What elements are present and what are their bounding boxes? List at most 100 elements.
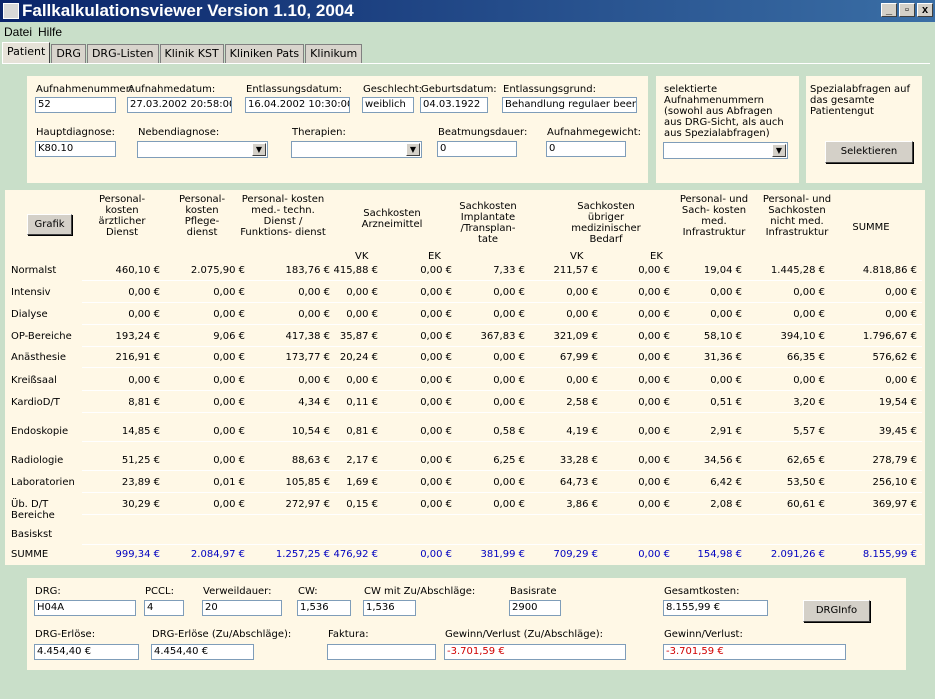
cost-cell: 66,35 € <box>786 352 825 363</box>
cost-cell: 0,00 € <box>420 265 452 276</box>
row-divider <box>82 544 922 545</box>
selection-panel: selektierte Aufnahmenummern (sowohl aus … <box>656 76 799 183</box>
special-query-description: Spezialabfragen auf das gesamte Patiente… <box>810 84 911 117</box>
row-label: Anästhesie <box>11 352 67 363</box>
chevron-down-icon[interactable]: ▼ <box>406 143 420 156</box>
entlassungsdatum-label: Entlassungsdatum: <box>246 84 342 95</box>
sub-header-ek: EK <box>428 251 441 262</box>
cost-cell: 2,08 € <box>710 499 742 510</box>
selektieren-button[interactable]: Selektieren <box>825 141 913 163</box>
cost-cell: 0,00 € <box>213 287 245 298</box>
cost-cell: 0,00 € <box>420 477 452 488</box>
aufnahmedatum-field[interactable]: 27.03.2002 20:58:00 <box>127 97 232 113</box>
cost-cell: 0,00 € <box>638 455 670 466</box>
cost-cell: 0,00 € <box>420 397 452 408</box>
cost-cell: 0,00 € <box>213 397 245 408</box>
therapien-select[interactable]: ▼ <box>291 141 422 158</box>
cost-cell: 394,10 € <box>780 331 825 342</box>
title-bar: Fallkalkulationsviewer Version 1.10, 200… <box>0 0 935 22</box>
menu-datei[interactable]: Datei <box>4 25 32 39</box>
cost-cell: 476,92 € <box>333 549 378 560</box>
tab-klinikum[interactable]: Klinikum <box>305 44 363 63</box>
cost-cell: 0,00 € <box>346 287 378 298</box>
cost-cell: 9,06 € <box>213 331 245 342</box>
cost-cell: 7,33 € <box>493 265 525 276</box>
selection-select[interactable]: ▼ <box>663 142 788 159</box>
cost-cell: 256,10 € <box>872 477 917 488</box>
faktura-field[interactable] <box>327 644 436 660</box>
pccl-label: PCCL: <box>145 586 174 597</box>
row-divider <box>82 441 922 442</box>
sub-header-vk: VK <box>570 251 584 262</box>
cost-cell: 0,00 € <box>793 287 825 298</box>
cost-cell: 19,04 € <box>703 265 742 276</box>
hauptdiagnose-field[interactable]: K80.10 <box>35 141 116 157</box>
verweildauer-label: Verweildauer: <box>203 586 272 597</box>
geburtsdatum-label: Geburtsdatum: <box>421 84 497 95</box>
cost-cell: 6,25 € <box>493 455 525 466</box>
close-button[interactable]: x <box>917 3 933 17</box>
menu-hilfe[interactable]: Hilfe <box>38 25 62 39</box>
row-label: OP-Bereiche <box>11 331 72 342</box>
cost-cell: 4.818,86 € <box>862 265 917 276</box>
header-sachkosten-arzneimittel: Sachkosten Arzneimittel <box>361 208 423 230</box>
cost-cell: 0,00 € <box>793 375 825 386</box>
gewinn-verlust-field[interactable]: -3.701,59 € <box>663 644 846 660</box>
chevron-down-icon[interactable]: ▼ <box>252 143 266 156</box>
cost-cell: 58,10 € <box>703 331 742 342</box>
gewinn-verlust-zu-field[interactable]: -3.701,59 € <box>444 644 626 660</box>
cost-cell: 193,24 € <box>115 331 160 342</box>
drg-erloese-zu-field[interactable]: 4.454,40 € <box>151 644 254 660</box>
row-label: Endoskopie <box>11 426 69 437</box>
cost-cell: 8.155,99 € <box>862 549 917 560</box>
beatmungsdauer-field[interactable]: 0 <box>437 141 517 157</box>
row-divider <box>82 514 922 515</box>
cost-cell: 0,00 € <box>420 352 452 363</box>
aufnahmegewicht-field[interactable]: 0 <box>546 141 626 157</box>
cost-cell: 0,00 € <box>213 455 245 466</box>
cw-zu-abschlaege-field[interactable]: 1,536 <box>363 600 416 616</box>
row-label: Radiologie <box>11 455 64 466</box>
cost-cell: 30,29 € <box>121 499 160 510</box>
cost-cell: 0,00 € <box>493 352 525 363</box>
grafik-button[interactable]: Grafik <box>27 214 72 235</box>
drg-erloese-field[interactable]: 4.454,40 € <box>34 644 139 660</box>
minimize-button[interactable]: _ <box>881 3 897 17</box>
maximize-button[interactable]: ▫ <box>899 3 915 17</box>
aufnahmenummer-field[interactable]: 52 <box>35 97 116 113</box>
cost-cell: 39,45 € <box>878 426 917 437</box>
cost-cell: 0,51 € <box>710 397 742 408</box>
drg-field[interactable]: H04A <box>34 600 136 616</box>
gesamtkosten-field[interactable]: 8.155,99 € <box>663 600 768 616</box>
row-divider <box>82 324 922 325</box>
tab-drg-listen[interactable]: DRG-Listen <box>86 44 159 63</box>
entlassungsdatum-field[interactable]: 16.04.2002 10:30:00 <box>245 97 350 113</box>
cw-zu-abschlaege-label: CW mit Zu/Abschläge: <box>364 586 476 597</box>
row-label: SUMME <box>11 549 49 560</box>
cost-cell: 0,00 € <box>420 455 452 466</box>
tab-patient[interactable]: Patient <box>2 42 51 63</box>
cw-field[interactable]: 1,536 <box>297 600 351 616</box>
header-sachkosten-implantate: Sachkosten Implantate /Transplan- tate <box>459 201 517 245</box>
cost-cell: 0,00 € <box>638 426 670 437</box>
cost-cell: 0,00 € <box>420 375 452 386</box>
cost-cell: 1.445,28 € <box>770 265 825 276</box>
geburtsdatum-field[interactable]: 04.03.1922 <box>420 97 488 113</box>
tab-drg[interactable]: DRG <box>51 44 86 63</box>
aufnahmenummer-label: Aufnahmenummer: <box>36 84 134 95</box>
cost-cell: 0,00 € <box>346 309 378 320</box>
drginfo-button[interactable]: DRGInfo <box>803 600 870 622</box>
chevron-down-icon[interactable]: ▼ <box>772 144 786 157</box>
cost-cell: 4,19 € <box>566 426 598 437</box>
basisrate-field[interactable]: 2900 <box>509 600 561 616</box>
beatmungsdauer-label: Beatmungsdauer: <box>438 127 528 138</box>
cost-cell: 31,36 € <box>703 352 742 363</box>
verweildauer-field[interactable]: 20 <box>202 600 282 616</box>
nebendiagnose-select[interactable]: ▼ <box>137 141 268 158</box>
cost-cell: 0,00 € <box>493 397 525 408</box>
entlassungsgrund-field[interactable]: Behandlung regulaer beendet <box>502 97 637 113</box>
tab-klinik-kst[interactable]: Klinik KST <box>159 44 224 63</box>
tab-kliniken-pats[interactable]: Kliniken Pats <box>224 44 305 63</box>
geschlecht-field[interactable]: weiblich <box>362 97 414 113</box>
pccl-field[interactable]: 4 <box>144 600 184 616</box>
